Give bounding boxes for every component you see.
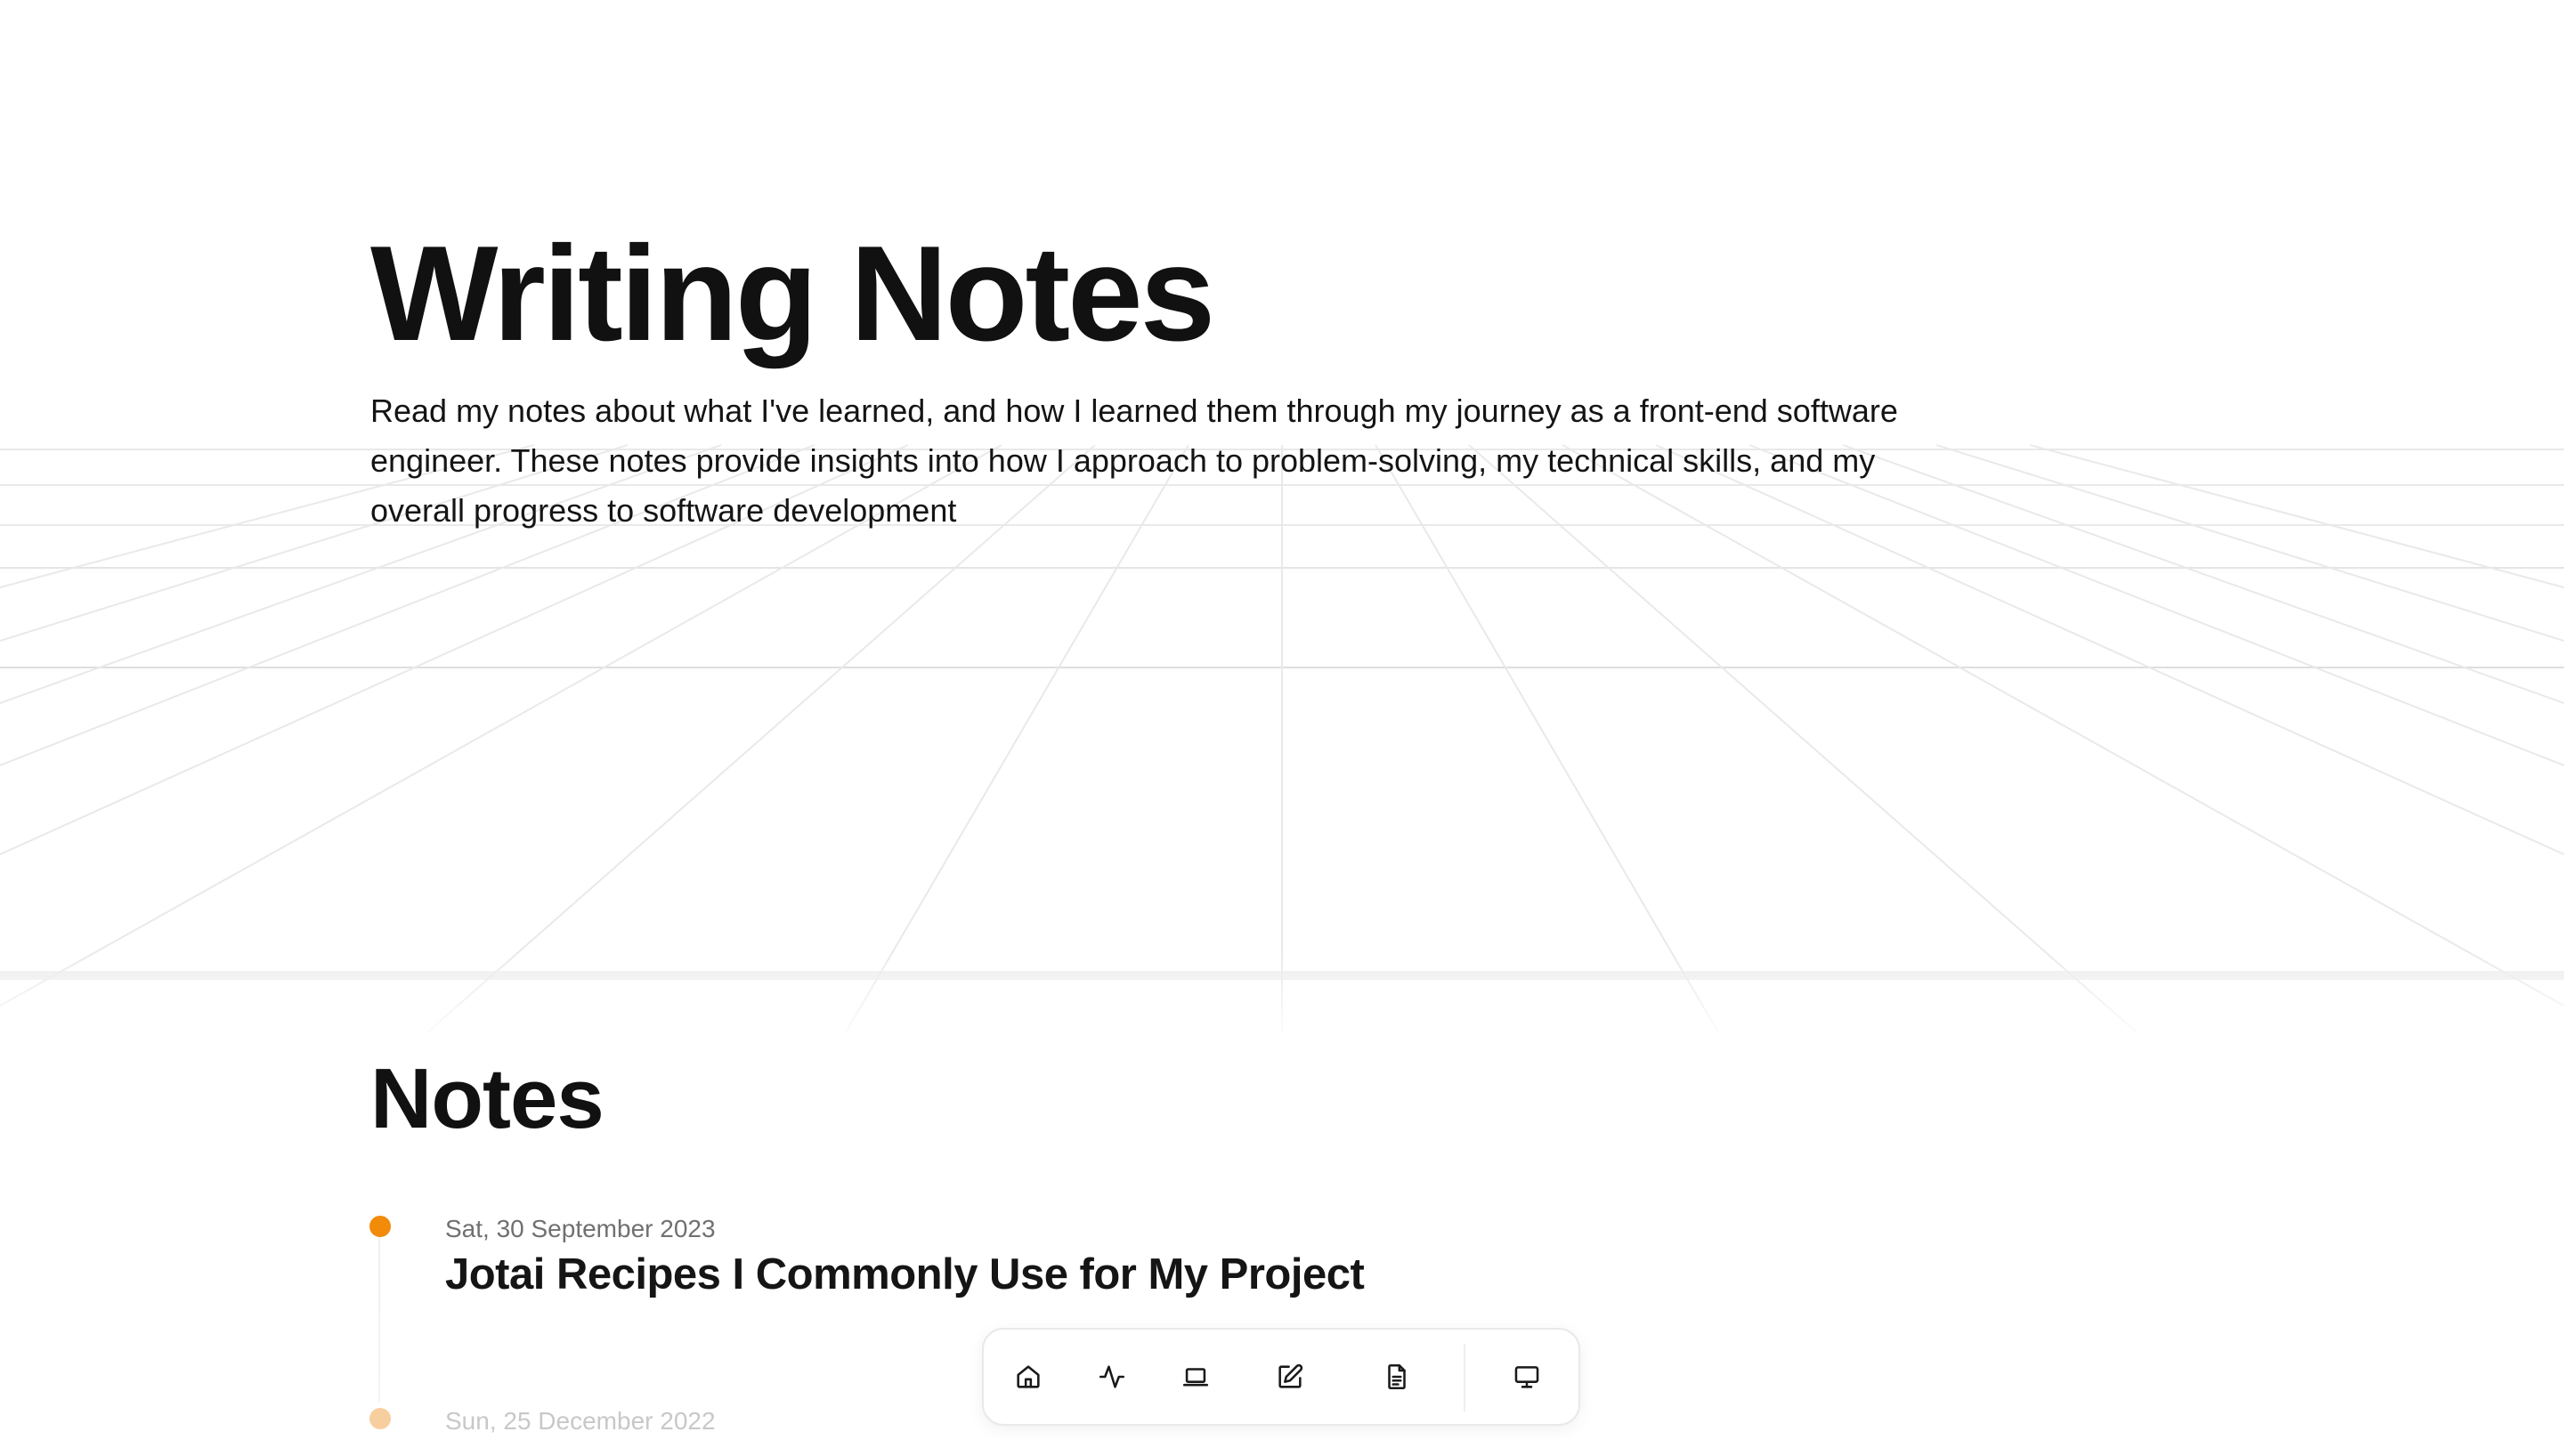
page: Writing Notes Read my notes about what I… <box>0 0 2564 1456</box>
edit-button[interactable] <box>1265 1352 1315 1402</box>
notes-heading: Notes <box>370 1051 604 1146</box>
timeline-dot <box>369 1408 391 1429</box>
activity-button[interactable] <box>1087 1352 1137 1402</box>
notes-section: Notes Sat, 30 September 2023 Jotai Recip… <box>369 1050 2062 1435</box>
hero-section: Writing Notes Read my notes about what I… <box>370 219 1955 536</box>
document-button[interactable] <box>1372 1352 1422 1402</box>
page-title: Writing Notes <box>370 218 1215 369</box>
home-button[interactable] <box>1003 1352 1053 1402</box>
note-date: Sun, 25 December 2022 <box>445 1407 716 1435</box>
dock-separator <box>1464 1344 1465 1412</box>
document-icon <box>1388 1363 1406 1390</box>
laptop-icon <box>1182 1368 1209 1387</box>
note-date: Sat, 30 September 2023 <box>445 1215 716 1242</box>
timeline-line <box>378 1228 380 1403</box>
timeline-dot <box>369 1216 391 1237</box>
activity-icon <box>1099 1365 1125 1388</box>
monitor-icon <box>1514 1366 1539 1388</box>
home-icon <box>1017 1365 1040 1388</box>
laptop-button[interactable] <box>1171 1352 1221 1402</box>
theme-toggle-button[interactable] <box>1502 1352 1552 1402</box>
note-title-link[interactable]: Jotai Recipes I Commonly Use for My Proj… <box>445 1248 1365 1301</box>
edit-icon <box>1278 1363 1303 1388</box>
dock-navigation <box>982 1328 1580 1426</box>
page-description: Read my notes about what I've learned, a… <box>370 392 1898 529</box>
